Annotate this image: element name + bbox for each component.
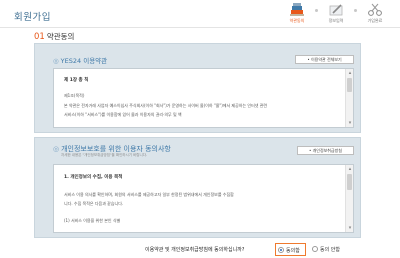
view-full-terms-button[interactable]: • 이용약관 전체보기 bbox=[295, 55, 354, 64]
section-title: 01 약관동의 bbox=[34, 31, 74, 42]
privacy-content: 1. 개인정보의 수집, 이용 목적 서비스 이용 의사를 확인하며, 회원의 … bbox=[54, 165, 345, 232]
signup-steps: 약관동의 정보입력 가입완료 bbox=[278, 1, 394, 27]
header-divider bbox=[0, 27, 400, 28]
terms-content: 제 1장 총 칙 제1조(목적) 본 약관은 전자거래 사업자 예스이십사 주식… bbox=[54, 69, 345, 127]
privacy-policy-button[interactable]: • 개인정보취급방침 bbox=[297, 146, 354, 155]
step-info: 정보입력 bbox=[317, 1, 355, 27]
agree-radio[interactable] bbox=[278, 247, 284, 253]
section-label: 약관동의 bbox=[46, 32, 75, 41]
bullet-icon: ◎ bbox=[53, 145, 60, 153]
step-label: 정보입력 bbox=[328, 18, 344, 23]
agree-option[interactable]: 동의함 bbox=[275, 243, 306, 256]
scroll-down-icon[interactable]: ▾ bbox=[347, 120, 353, 126]
terms-title-text: YES24 이용약관 bbox=[60, 57, 108, 65]
terms-line: 서비스(이하 "서비스")를 이용함에 있어 몰과 이용자의 권리·의무 및 책 bbox=[64, 112, 182, 117]
terms-line: 본 약관은 전자거래 사업자 예스이십사 주식회사(이하 "회사")가 운영하는… bbox=[64, 103, 268, 108]
terms-textbox[interactable]: 제 1장 총 칙 제1조(목적) 본 약관은 전자거래 사업자 예스이십사 주식… bbox=[53, 68, 354, 128]
privacy-textbox[interactable]: 1. 개인정보의 수집, 이용 목적 서비스 이용 의사를 확인하며, 회원의 … bbox=[53, 164, 354, 233]
agreement-question: 이용약관 및 개인정보취급방침에 동의하십니까? bbox=[145, 247, 245, 253]
section-number: 01 bbox=[34, 32, 45, 42]
books-icon bbox=[290, 3, 304, 16]
step-complete: 가입완료 bbox=[356, 1, 394, 27]
terms-line: 제1조(목적) bbox=[64, 93, 85, 98]
privacy-subtitle: 자세한 내용은 "개인정보취급방침"을 확인하시기 바랍니다. bbox=[61, 153, 148, 157]
privacy-line: 니다. 수집 목적은 다음과 같습니다. bbox=[64, 201, 124, 206]
scroll-thumb[interactable] bbox=[347, 174, 352, 190]
step-terms: 약관동의 bbox=[278, 1, 316, 27]
agreement-row: 이용약관 및 개인정보취급방침에 동의하십니까? 동의함 동의 안함 bbox=[0, 243, 400, 257]
disagree-label: 동의 안함 bbox=[320, 247, 340, 253]
step-label: 가입완료 bbox=[367, 18, 383, 23]
privacy-line: 서비스 이용 의사를 확인하며, 회원의 서비스를 제공하고자 일부 한정된 범… bbox=[64, 192, 234, 197]
privacy-panel: ◎ 개인정보보호를 위한 이용자 동의사항 자세한 내용은 "개인정보취급방침"을… bbox=[34, 137, 361, 238]
step-label: 약관동의 bbox=[289, 18, 305, 23]
terms-title: ◎ YES24 이용약관 bbox=[53, 55, 107, 65]
scroll-thumb[interactable] bbox=[347, 78, 352, 92]
disagree-radio[interactable] bbox=[312, 246, 318, 252]
scroll-up-icon[interactable]: ▴ bbox=[347, 70, 353, 76]
scroll-down-icon[interactable]: ▾ bbox=[347, 225, 353, 231]
agree-label: 동의함 bbox=[286, 248, 300, 254]
pencil-icon bbox=[329, 4, 343, 16]
page-title: 회원가입 bbox=[14, 12, 51, 23]
privacy-line: (1) 서비스 이용을 위한 본인 식별 bbox=[64, 218, 121, 223]
bullet-icon: ◎ bbox=[53, 57, 59, 65]
privacy-line: 1. 개인정보의 수집, 이용 목적 bbox=[64, 175, 123, 180]
privacy-title-text: 개인정보보호를 위한 이용자 동의사항 bbox=[61, 145, 171, 153]
terms-panel: ◎ YES24 이용약관 • 이용약관 전체보기 제 1장 총 칙 제1조(목적)… bbox=[34, 43, 361, 133]
scissors-icon bbox=[368, 3, 382, 16]
privacy-scrollbar[interactable]: ▴ ▾ bbox=[345, 165, 353, 232]
terms-scrollbar[interactable]: ▴ ▾ bbox=[345, 69, 353, 127]
terms-line: 제 1장 총 칙 bbox=[64, 78, 89, 83]
disagree-option[interactable]: 동의 안함 bbox=[310, 243, 344, 256]
scroll-up-icon[interactable]: ▴ bbox=[347, 166, 353, 172]
